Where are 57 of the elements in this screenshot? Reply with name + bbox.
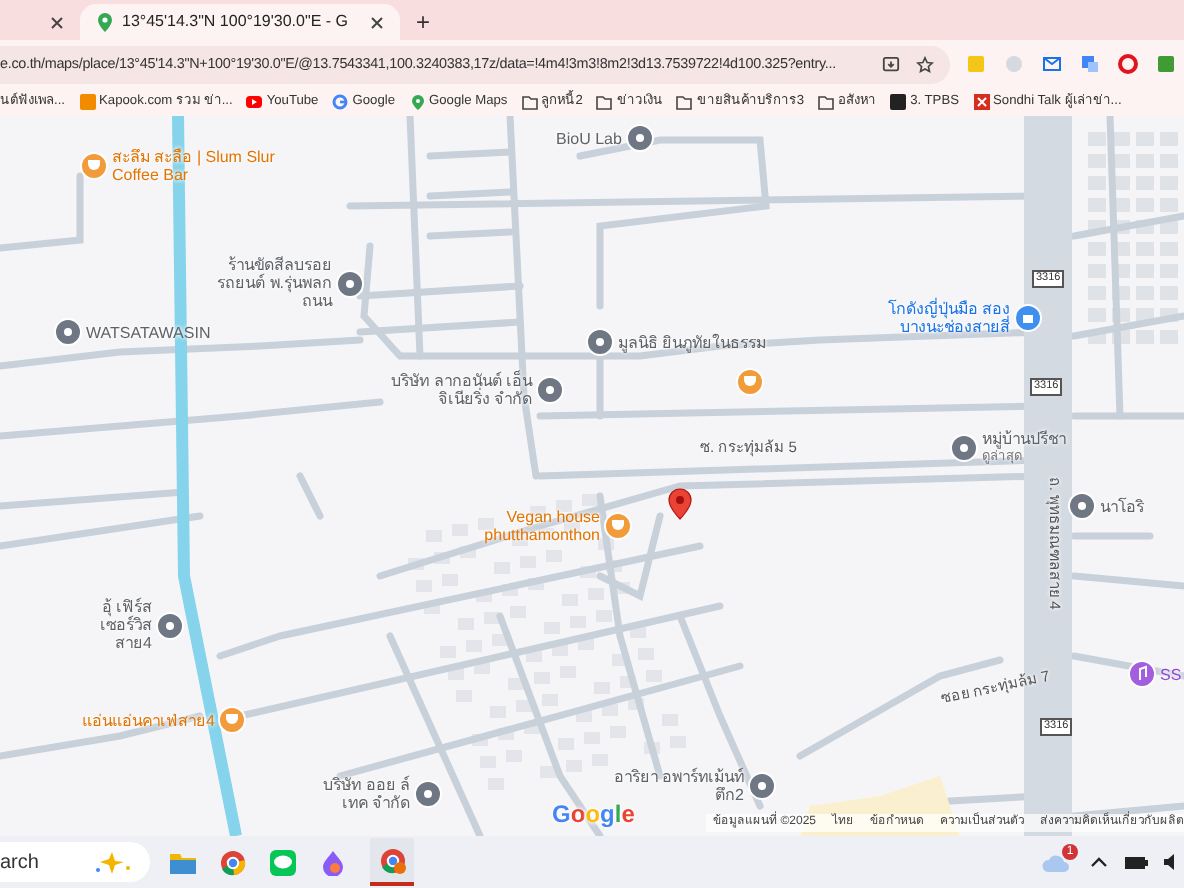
place-marker-icon[interactable]	[156, 611, 184, 639]
install-icon[interactable]	[882, 55, 900, 73]
logo-icon	[973, 93, 989, 110]
mail-icon[interactable]	[1042, 54, 1062, 74]
folder-icon[interactable]	[170, 851, 196, 873]
active-browser-taskbar-button[interactable]	[370, 838, 414, 886]
place-marker-icon[interactable]	[1068, 492, 1096, 520]
opera-icon[interactable]	[1118, 54, 1138, 74]
place-marker-icon[interactable]	[54, 318, 82, 346]
sparkle-icon	[94, 850, 134, 874]
google-logo: Google	[552, 798, 635, 832]
folder-icon	[596, 93, 613, 110]
extension-icon[interactable]	[1156, 54, 1176, 74]
place-marker-icon[interactable]	[950, 434, 978, 463]
place-marker-icon[interactable]	[748, 772, 776, 800]
star-icon[interactable]	[916, 55, 934, 73]
cloud-icon[interactable]	[1042, 854, 1070, 874]
map-pin-icon	[409, 93, 425, 110]
place-label[interactable]: อุ้ เฟิร์ส เซอร์วิส สาย4	[72, 598, 152, 652]
place-label[interactable]: อาริยา อพาร์ทเม้นท์ตึก2	[600, 768, 744, 804]
map-pin-icon	[96, 12, 114, 32]
play-icon	[246, 93, 263, 110]
place-label[interactable]: นาโอริ	[1100, 497, 1144, 515]
logo-icon	[79, 93, 95, 110]
close-icon[interactable]	[370, 15, 384, 29]
close-icon[interactable]	[50, 15, 64, 29]
folder-icon	[818, 93, 835, 110]
browser-icon	[379, 847, 405, 873]
place-label[interactable]: BioU Lab	[556, 129, 622, 147]
music-note-icon[interactable]	[1128, 660, 1156, 688]
browser-tab[interactable]: 13°45'14.3"N 100°19'30.0"E - G	[80, 4, 400, 40]
place-label[interactable]: บริษัท ออย ล์ เทค จำกัด	[300, 776, 410, 812]
bag-icon[interactable]	[1014, 304, 1042, 332]
place-marker-icon[interactable]	[586, 328, 614, 356]
search-field[interactable]: arch	[0, 842, 150, 882]
google-g-icon	[332, 93, 349, 110]
new-tab-button[interactable]: +	[400, 4, 447, 40]
place-marker-icon[interactable]	[625, 124, 654, 152]
place-label[interactable]: SS	[1160, 665, 1182, 683]
place-label[interactable]: โกดังญี่ปุ่นมือ สอง บางนะช่องสายสี่	[860, 300, 1010, 336]
place-marker-icon[interactable]	[536, 376, 564, 404]
browser-icon[interactable]	[220, 849, 246, 875]
speaker-icon[interactable]	[1164, 854, 1176, 870]
folder-icon	[521, 93, 538, 110]
place-label[interactable]: มูลนิธิ ยินภูทัยในธรรม	[618, 333, 778, 351]
logo-icon	[890, 93, 907, 110]
place-label[interactable]: บริษัท ลากอนันต์ เอ็นจิเนียริ่ง จำกัด	[388, 372, 532, 408]
place-marker-icon[interactable]	[336, 269, 364, 297]
app-icon[interactable]	[320, 849, 346, 875]
translate-icon[interactable]	[1080, 54, 1100, 74]
map-pin-icon[interactable]	[668, 488, 692, 520]
battery-icon[interactable]	[1124, 855, 1148, 869]
place-label[interactable]: ร้านขัดสีลบรอย รถยนต์ พ.รุ่นพลก ถนน	[192, 256, 332, 310]
place-marker-icon[interactable]	[414, 780, 442, 808]
place-label[interactable]: หมู่บ้านปรีชา	[982, 430, 1094, 448]
chevron-up-icon[interactable]	[1090, 856, 1108, 868]
folder-icon	[676, 93, 693, 110]
